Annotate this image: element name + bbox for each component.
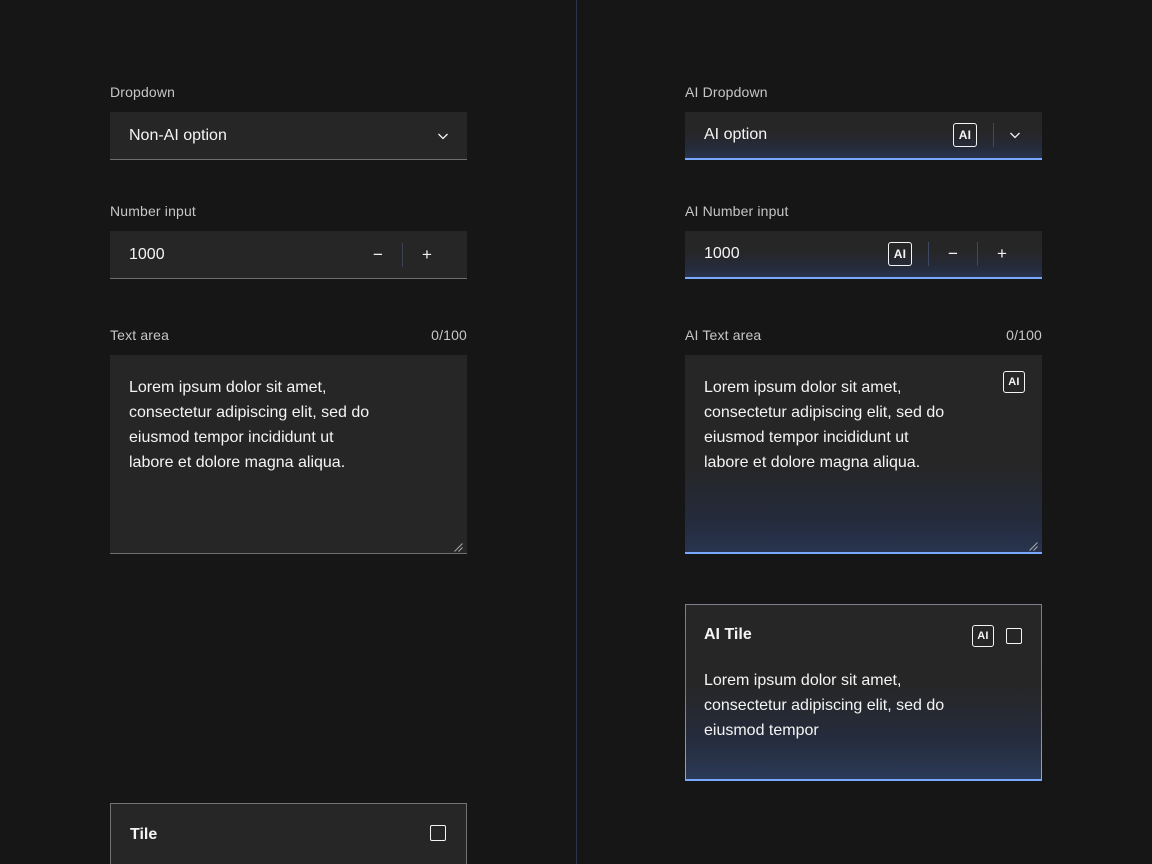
tile-header: Tile (130, 824, 446, 846)
decrement-button[interactable]: − (354, 231, 402, 278)
ai-dropdown-selected-value: AI option (704, 126, 953, 144)
ai-number-input-value[interactable]: 1000 (704, 245, 888, 263)
ai-textarea-input[interactable]: Lorem ipsum dolor sit amet, consectetur … (685, 355, 1042, 554)
page: Dropdown Non-AI option Number input 1000… (0, 0, 1152, 864)
ai-textarea-value[interactable]: Lorem ipsum dolor sit amet, consectetur … (704, 375, 1026, 475)
ai-label-badge[interactable]: AI (972, 625, 994, 647)
increment-button[interactable]: + (978, 231, 1026, 277)
decrement-button[interactable]: − (929, 231, 977, 277)
number-input-field[interactable]: 1000 − + (110, 231, 467, 279)
increment-button[interactable]: + (403, 231, 451, 278)
number-input-value[interactable]: 1000 (129, 246, 354, 264)
tile-header: AI Tile AI (704, 624, 1022, 647)
ai-label-badge[interactable]: AI (888, 242, 912, 266)
ai-number-input-label: AI Number input (685, 203, 1042, 219)
non-ai-column: Dropdown Non-AI option Number input 1000… (110, 0, 467, 864)
ai-label-badge[interactable]: AI (1003, 371, 1025, 393)
ai-dropdown-label: AI Dropdown (685, 84, 1042, 100)
column-divider (576, 0, 577, 864)
dropdown-field[interactable]: Non-AI option (110, 112, 467, 160)
ai-tile-body: Lorem ipsum dolor sit amet, consectetur … (704, 668, 1022, 743)
textarea-value[interactable]: Lorem ipsum dolor sit amet, consectetur … (129, 375, 451, 475)
chevron-down-icon[interactable] (994, 112, 1036, 158)
checkbox[interactable] (1006, 628, 1022, 644)
textarea-label-row: Text area 0/100 (110, 327, 467, 343)
ai-label-badge[interactable]: AI (953, 123, 977, 147)
ai-tile-title: AI Tile (704, 624, 752, 646)
ai-selectable-tile[interactable]: AI Tile AI Lorem ipsum dolor sit amet, c… (685, 604, 1042, 781)
checkbox[interactable] (430, 825, 446, 841)
dropdown-label: Dropdown (110, 84, 467, 100)
textarea-label: Text area (110, 327, 169, 343)
chevron-down-icon[interactable] (415, 112, 451, 159)
tile-icons (430, 825, 446, 841)
dropdown-selected-value: Non-AI option (129, 127, 415, 145)
resize-handle-icon[interactable] (453, 539, 463, 549)
ai-textarea-label-row: AI Text area 0/100 (685, 327, 1042, 343)
char-counter: 0/100 (431, 327, 467, 343)
textarea-input[interactable]: Lorem ipsum dolor sit amet, consectetur … (110, 355, 467, 554)
number-input-label: Number input (110, 203, 467, 219)
ai-number-input-field[interactable]: 1000 AI − + (685, 231, 1042, 279)
tile-title: Tile (130, 824, 157, 846)
ai-textarea-label: AI Text area (685, 327, 761, 343)
ai-dropdown-field[interactable]: AI option AI (685, 112, 1042, 160)
resize-handle-icon[interactable] (1028, 538, 1038, 548)
ai-column: AI Dropdown AI option AI AI Number input… (685, 0, 1042, 864)
tile-icons: AI (972, 625, 1022, 647)
char-counter: 0/100 (1006, 327, 1042, 343)
selectable-tile[interactable]: Tile Lorem ipsum dolor sit amet, consect… (110, 803, 467, 864)
ai-tile-inner: AI Tile AI Lorem ipsum dolor sit amet, c… (686, 605, 1041, 779)
